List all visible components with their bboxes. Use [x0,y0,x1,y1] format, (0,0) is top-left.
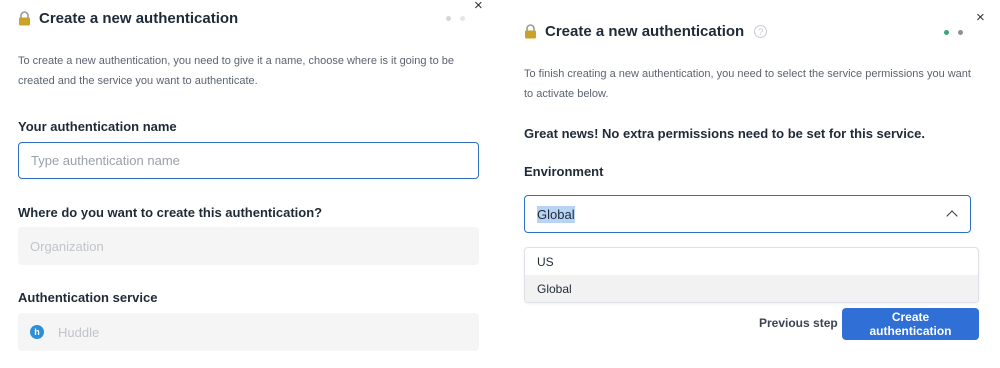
environment-selected-value: Global [537,205,575,223]
environment-dropdown: US Global [524,247,979,303]
close-icon[interactable]: × [976,10,985,25]
environment-select[interactable]: Global [524,195,971,233]
authentication-name-input[interactable] [18,142,479,179]
step-dot-2 [460,16,465,21]
service-select: h Huddle [18,313,479,351]
description: To create a new authentication, you need… [18,55,454,87]
auth-step-1-panel: Create a new authentication × To create … [0,0,500,368]
help-icon[interactable]: ? [754,25,768,38]
location-select: Organization [18,227,479,265]
description: To finish creating a new authentication,… [524,68,971,100]
location-label: Where do you want to create this authent… [18,205,323,220]
service-label: Authentication service [18,290,158,305]
step-indicator [446,16,465,21]
environment-label: Environment [524,164,604,179]
step-dot-1 [446,16,451,21]
permissions-notice: Great news! No extra permissions need to… [524,126,925,141]
environment-option-us[interactable]: US [525,248,978,275]
step-dot-1 [944,30,949,35]
create-authentication-button[interactable]: Create authentication [842,308,979,340]
panel-header: Create a new authentication [18,10,238,27]
chevron-up-icon[interactable] [946,210,958,222]
step-dot-2 [958,30,963,35]
step-indicator [944,30,963,35]
lock-icon [524,24,537,39]
service-name: Huddle [58,324,100,340]
environment-option-global[interactable]: Global [525,275,978,302]
page-title: Create a new authentication [545,23,745,40]
page-title: Create a new authentication [39,10,239,27]
huddle-logo-icon: h [30,325,44,339]
previous-step-button[interactable]: Previous step [759,316,838,330]
location-placeholder: Organization [30,238,104,254]
auth-step-2-panel: Create a new authentication ? × To finis… [506,0,1000,368]
lock-icon [18,11,31,26]
panel-header: Create a new authentication ? [524,23,768,40]
name-label: Your authentication name [18,119,177,134]
close-icon[interactable]: × [474,0,483,13]
